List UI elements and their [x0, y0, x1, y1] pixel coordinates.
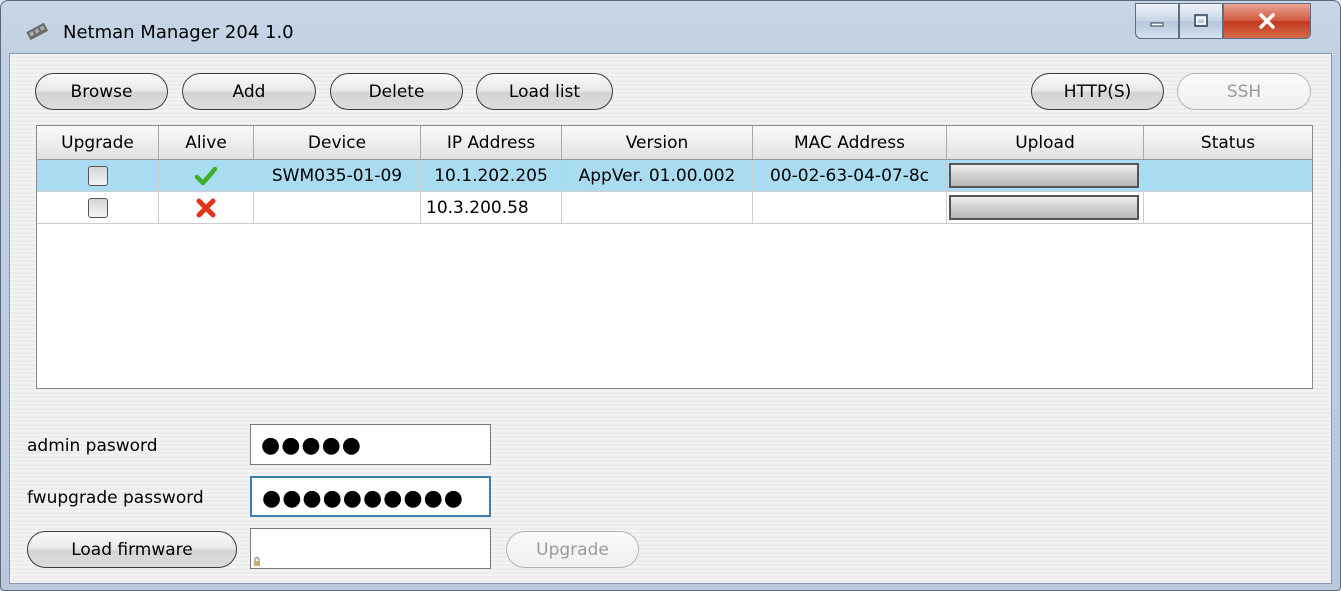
add-button[interactable]: Add — [182, 73, 316, 110]
upgrade-checkbox[interactable] — [87, 197, 108, 218]
admin-password-label: admin pasword — [27, 436, 158, 456]
table-row[interactable]: SWM035-01-09 10.1.202.205 AppVer. 01.00.… — [37, 160, 1312, 192]
device-table[interactable]: Upgrade Alive Device IP Address Version … — [36, 125, 1313, 389]
upload-progress-bar — [949, 195, 1139, 220]
admin-password-value: ●●●●● — [261, 433, 362, 458]
fwupgrade-password-label: fwupgrade password — [27, 488, 204, 508]
app-icon — [26, 22, 49, 41]
ip-cell: 10.3.200.58 — [421, 192, 562, 223]
main-panel: Browse Add Delete Load list HTTP(S) SSH … — [9, 53, 1332, 584]
column-header-ip-address[interactable]: IP Address — [421, 126, 562, 159]
app-window: Netman Manager 204 1.0 Browse Add Delete… — [0, 0, 1341, 591]
ssh-button[interactable]: SSH — [1177, 73, 1311, 110]
load-firmware-button[interactable]: Load firmware — [27, 531, 237, 568]
column-header-mac-address[interactable]: MAC Address — [753, 126, 947, 159]
close-button[interactable] — [1223, 3, 1311, 39]
device-cell: SWM035-01-09 — [254, 160, 421, 191]
upload-cell — [947, 192, 1144, 223]
column-header-status[interactable]: Status — [1144, 126, 1312, 159]
admin-password-field[interactable]: ●●●●● — [250, 424, 491, 465]
checkmark-icon — [194, 166, 218, 185]
firmware-path-field[interactable] — [250, 528, 491, 569]
upgrade-cell — [37, 160, 159, 191]
window-title: Netman Manager 204 1.0 — [63, 22, 294, 43]
upload-cell — [947, 160, 1144, 191]
upgrade-cell — [37, 192, 159, 223]
status-cell — [1144, 160, 1312, 191]
alive-cell — [159, 192, 254, 223]
upgrade-button[interactable]: Upgrade — [506, 531, 639, 568]
table-row[interactable]: 10.3.200.58 — [37, 192, 1312, 224]
delete-button[interactable]: Delete — [330, 73, 463, 110]
title-bar[interactable]: Netman Manager 204 1.0 — [1, 1, 1340, 53]
table-header: Upgrade Alive Device IP Address Version … — [37, 126, 1312, 160]
column-header-version[interactable]: Version — [562, 126, 753, 159]
ip-cell: 10.1.202.205 — [421, 160, 562, 191]
https-button[interactable]: HTTP(S) — [1031, 73, 1164, 110]
mac-cell: 00-02-63-04-07-8c — [753, 160, 947, 191]
column-header-upload[interactable]: Upload — [947, 126, 1144, 159]
version-cell — [562, 192, 753, 223]
status-cell — [1144, 192, 1312, 223]
column-header-device[interactable]: Device — [254, 126, 421, 159]
fwupgrade-password-value: ●●●●●●●●●● — [262, 486, 464, 511]
mac-cell — [753, 192, 947, 223]
minimize-button[interactable] — [1135, 3, 1179, 39]
cross-icon — [196, 198, 216, 217]
upgrade-checkbox[interactable] — [87, 165, 108, 186]
fwupgrade-password-field[interactable]: ●●●●●●●●●● — [250, 476, 491, 517]
version-cell: AppVer. 01.00.002 — [562, 160, 753, 191]
column-header-alive[interactable]: Alive — [159, 126, 254, 159]
load-list-button[interactable]: Load list — [476, 73, 613, 110]
maximize-button[interactable] — [1179, 3, 1223, 39]
lock-icon — [254, 557, 260, 566]
minimize-icon — [1150, 22, 1164, 27]
upload-progress-bar — [949, 163, 1139, 188]
device-cell — [254, 192, 421, 223]
column-header-upgrade[interactable]: Upgrade — [37, 126, 159, 159]
alive-cell — [159, 160, 254, 191]
close-icon — [1259, 13, 1275, 29]
maximize-icon — [1194, 14, 1208, 27]
browse-button[interactable]: Browse — [35, 73, 168, 110]
